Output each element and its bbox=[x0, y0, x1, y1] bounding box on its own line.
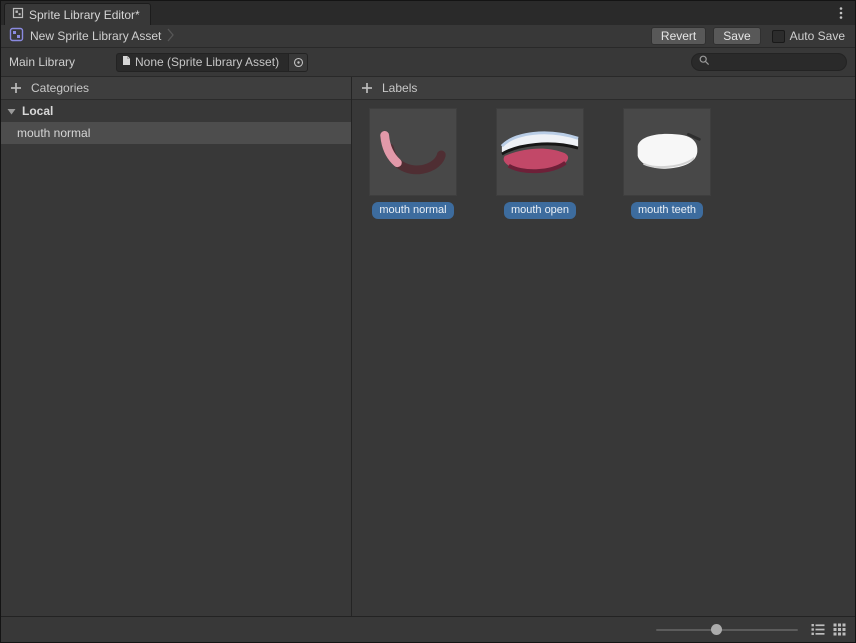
footer-bar bbox=[1, 616, 855, 642]
add-category-icon[interactable] bbox=[10, 82, 22, 94]
labels-title: Labels bbox=[382, 81, 417, 95]
grid-view-icon[interactable] bbox=[833, 623, 846, 636]
save-button[interactable]: Save bbox=[713, 27, 760, 45]
search-input[interactable] bbox=[714, 55, 839, 69]
sprite-thumbnail-mouth-normal[interactable] bbox=[369, 108, 457, 196]
categories-title: Categories bbox=[31, 81, 89, 95]
revert-button[interactable]: Revert bbox=[651, 27, 706, 45]
breadcrumb[interactable]: New Sprite Library Asset bbox=[9, 27, 174, 45]
labels-header: Labels bbox=[352, 77, 855, 100]
label-item-mouth-open[interactable]: mouth open bbox=[496, 108, 584, 219]
label-item-mouth-teeth[interactable]: mouth teeth bbox=[623, 108, 711, 219]
category-item-label: mouth normal bbox=[17, 126, 90, 140]
categories-panel: Categories Local mouth normal bbox=[1, 77, 352, 616]
local-group-label: Local bbox=[22, 104, 53, 118]
editor-body: Categories Local mouth normal bbox=[1, 77, 855, 616]
object-picker-icon[interactable] bbox=[288, 54, 307, 71]
breadcrumb-chevron-icon bbox=[167, 28, 174, 45]
label-chip[interactable]: mouth normal bbox=[372, 202, 453, 219]
foldout-triangle-icon bbox=[7, 104, 16, 118]
search-icon bbox=[699, 55, 710, 69]
labels-grid: mouth normal mouth open bbox=[352, 100, 855, 616]
thumbnail-zoom-slider[interactable] bbox=[656, 622, 798, 637]
window-menu-icon[interactable] bbox=[834, 5, 848, 21]
label-chip[interactable]: mouth open bbox=[504, 202, 576, 219]
asset-file-icon bbox=[122, 55, 131, 69]
label-chip[interactable]: mouth teeth bbox=[631, 202, 703, 219]
category-item-mouth-normal[interactable]: mouth normal bbox=[1, 122, 351, 144]
view-mode-icons bbox=[811, 623, 846, 636]
local-foldout[interactable]: Local bbox=[1, 100, 351, 122]
labels-panel: Labels mouth normal bbox=[352, 77, 855, 616]
label-item-mouth-normal[interactable]: mouth normal bbox=[369, 108, 457, 219]
zoom-slider-track[interactable] bbox=[656, 629, 798, 631]
sprite-library-editor-window: Sprite Library Editor* New Sprite Librar… bbox=[0, 0, 856, 643]
add-label-icon[interactable] bbox=[361, 82, 373, 94]
tab-sprite-library-editor[interactable]: Sprite Library Editor* bbox=[4, 3, 151, 25]
search-field[interactable] bbox=[691, 53, 847, 71]
sprite-library-asset-icon bbox=[9, 27, 24, 45]
categories-header: Categories bbox=[1, 77, 351, 100]
breadcrumb-label: New Sprite Library Asset bbox=[30, 29, 161, 43]
main-library-row: Main Library None (Sprite Library Asset) bbox=[1, 48, 855, 77]
main-library-object-field[interactable]: None (Sprite Library Asset) bbox=[116, 53, 308, 72]
tab-bar: Sprite Library Editor* bbox=[1, 1, 855, 25]
object-field-value: None (Sprite Library Asset) bbox=[135, 55, 279, 69]
auto-save-label: Auto Save bbox=[790, 29, 845, 43]
auto-save-checkbox[interactable] bbox=[772, 30, 785, 43]
list-view-icon[interactable] bbox=[811, 623, 825, 636]
main-library-label: Main Library bbox=[9, 55, 116, 69]
sprite-thumbnail-mouth-open[interactable] bbox=[496, 108, 584, 196]
editor-toolbar: New Sprite Library Asset Revert Save Aut… bbox=[1, 25, 855, 48]
zoom-slider-handle[interactable] bbox=[711, 624, 722, 635]
tab-title: Sprite Library Editor* bbox=[29, 8, 140, 22]
sprite-thumbnail-mouth-teeth[interactable] bbox=[623, 108, 711, 196]
sprite-editor-icon bbox=[12, 7, 24, 22]
